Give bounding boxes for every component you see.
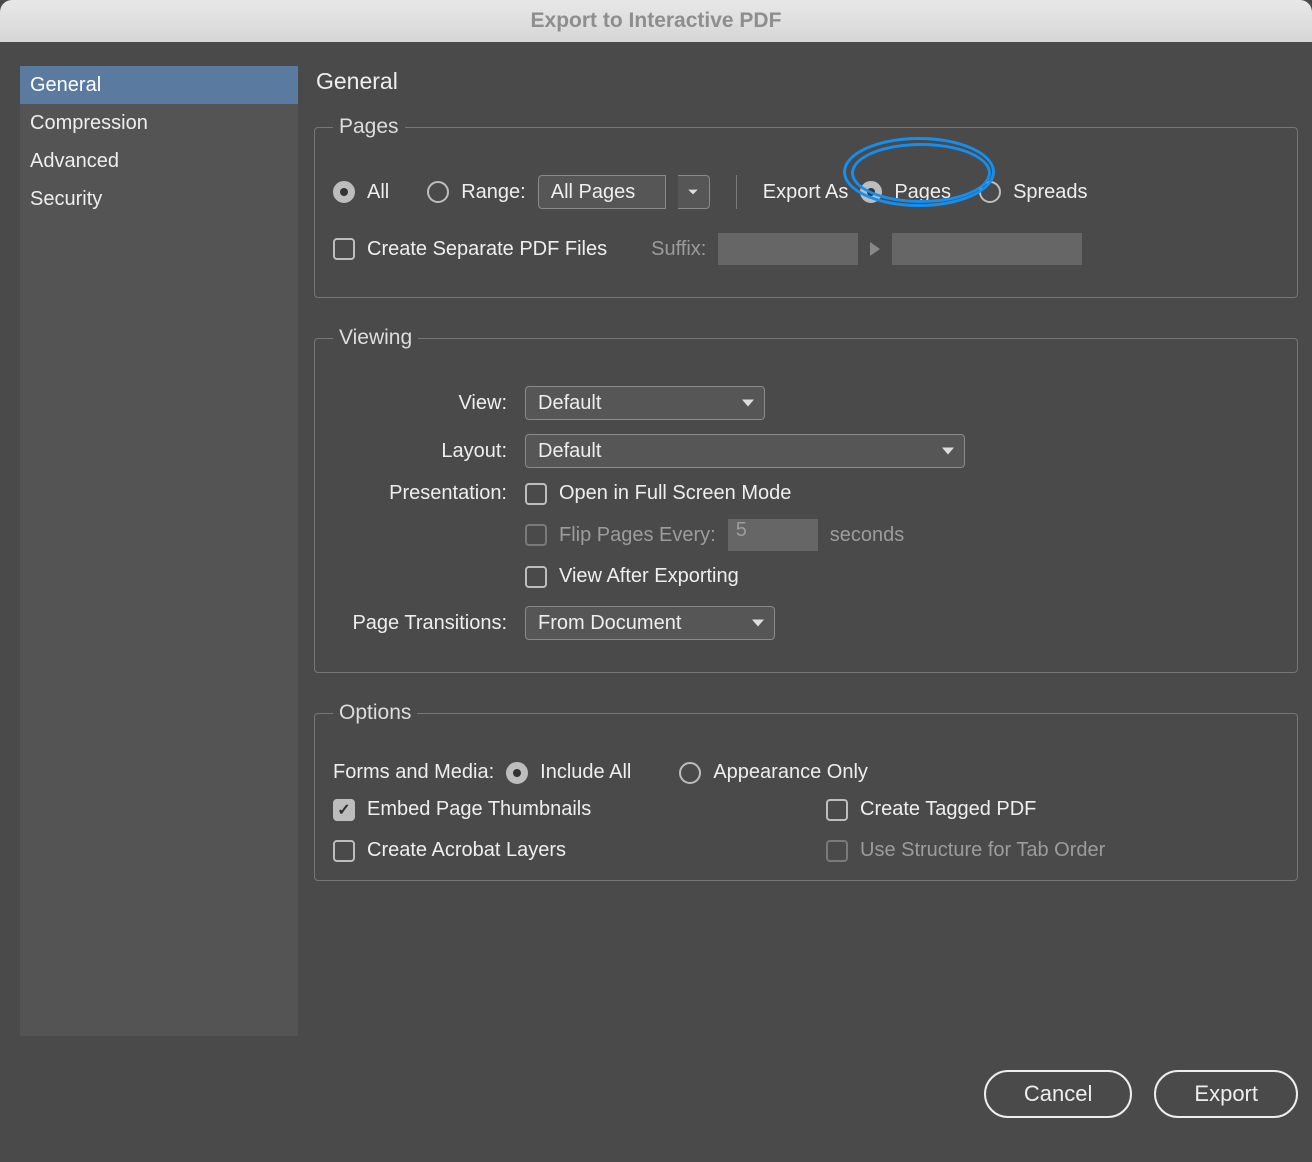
- view-after-label: View After Exporting: [559, 565, 739, 588]
- acrobat-layers-label: Create Acrobat Layers: [367, 839, 566, 862]
- suffix-flyout-button[interactable]: [870, 242, 880, 256]
- layout-select[interactable]: Default: [525, 434, 965, 468]
- appearance-only-label: Appearance Only: [713, 761, 868, 784]
- pages-range-label: Range:: [461, 181, 526, 204]
- flip-pages-checkbox[interactable]: [525, 524, 547, 546]
- options-legend: Options: [333, 701, 417, 725]
- dialog-window: Export to Interactive PDF General Compre…: [0, 0, 1312, 1162]
- view-value: Default: [538, 392, 601, 415]
- export-as-pages-label: Pages: [894, 181, 951, 204]
- general-panel: General Pages All Range: All Pages Expor…: [314, 66, 1298, 1036]
- pages-all-label: All: [367, 181, 389, 204]
- layout-label: Layout:: [333, 440, 513, 463]
- embed-thumbnails-checkbox[interactable]: [333, 799, 355, 821]
- view-after-checkbox[interactable]: [525, 566, 547, 588]
- export-as-pages-radio[interactable]: [860, 181, 882, 203]
- separate-pdf-checkbox[interactable]: [333, 238, 355, 260]
- suffix-input[interactable]: [718, 233, 858, 265]
- include-all-radio[interactable]: [506, 762, 528, 784]
- export-as-spreads-radio[interactable]: [979, 181, 1001, 203]
- structure-tab-order-checkbox: [826, 840, 848, 862]
- viewing-group: Viewing View: Default Layout: Default Pr…: [314, 326, 1298, 673]
- sidebar-item-security[interactable]: Security: [20, 180, 298, 218]
- cancel-button[interactable]: Cancel: [984, 1070, 1132, 1118]
- forms-media-label: Forms and Media:: [333, 761, 494, 784]
- view-label: View:: [333, 392, 513, 415]
- pages-all-radio[interactable]: [333, 181, 355, 203]
- dialog-title: Export to Interactive PDF: [0, 0, 1312, 42]
- transitions-value: From Document: [538, 612, 681, 635]
- tagged-pdf-label: Create Tagged PDF: [860, 798, 1036, 821]
- export-as-label: Export As: [763, 181, 849, 204]
- include-all-label: Include All: [540, 761, 631, 784]
- flip-pages-label: Flip Pages Every:: [559, 524, 716, 547]
- embed-thumbnails-label: Embed Page Thumbnails: [367, 798, 591, 821]
- export-button[interactable]: Export: [1154, 1070, 1298, 1118]
- transitions-label: Page Transitions:: [333, 612, 513, 635]
- suffix-preview: [892, 233, 1082, 265]
- pages-range-value: All Pages: [551, 181, 636, 204]
- pages-range-dropdown-button[interactable]: [678, 175, 710, 209]
- tagged-pdf-checkbox[interactable]: [826, 799, 848, 821]
- fullscreen-checkbox[interactable]: [525, 483, 547, 505]
- suffix-label: Suffix:: [651, 238, 706, 261]
- pages-legend: Pages: [333, 115, 405, 139]
- structure-tab-order-label: Use Structure for Tab Order: [860, 839, 1105, 862]
- appearance-only-radio[interactable]: [679, 762, 701, 784]
- options-group: Options Forms and Media: Include All App…: [314, 701, 1298, 881]
- viewing-legend: Viewing: [333, 326, 418, 350]
- pages-range-select[interactable]: All Pages: [538, 175, 666, 209]
- layout-value: Default: [538, 440, 601, 463]
- transitions-select[interactable]: From Document: [525, 606, 775, 640]
- sidebar-item-advanced[interactable]: Advanced: [20, 142, 298, 180]
- panel-heading: General: [316, 68, 1298, 95]
- separate-pdf-label: Create Separate PDF Files: [367, 238, 607, 261]
- chevron-down-icon: [687, 186, 699, 198]
- acrobat-layers-checkbox[interactable]: [333, 840, 355, 862]
- dialog-buttons: Cancel Export: [984, 1070, 1298, 1118]
- flip-pages-seconds-input[interactable]: 5: [728, 519, 818, 551]
- sidebar-item-compression[interactable]: Compression: [20, 104, 298, 142]
- divider: [736, 175, 737, 209]
- presentation-label: Presentation:: [333, 482, 513, 505]
- fullscreen-label: Open in Full Screen Mode: [559, 482, 791, 505]
- sidebar-item-general[interactable]: General: [20, 66, 298, 104]
- pages-group: Pages All Range: All Pages Export As Pag…: [314, 115, 1298, 298]
- view-select[interactable]: Default: [525, 386, 765, 420]
- sidebar: General Compression Advanced Security: [20, 66, 298, 1036]
- flip-pages-unit: seconds: [830, 524, 905, 547]
- export-as-spreads-label: Spreads: [1013, 181, 1088, 204]
- pages-range-radio[interactable]: [427, 181, 449, 203]
